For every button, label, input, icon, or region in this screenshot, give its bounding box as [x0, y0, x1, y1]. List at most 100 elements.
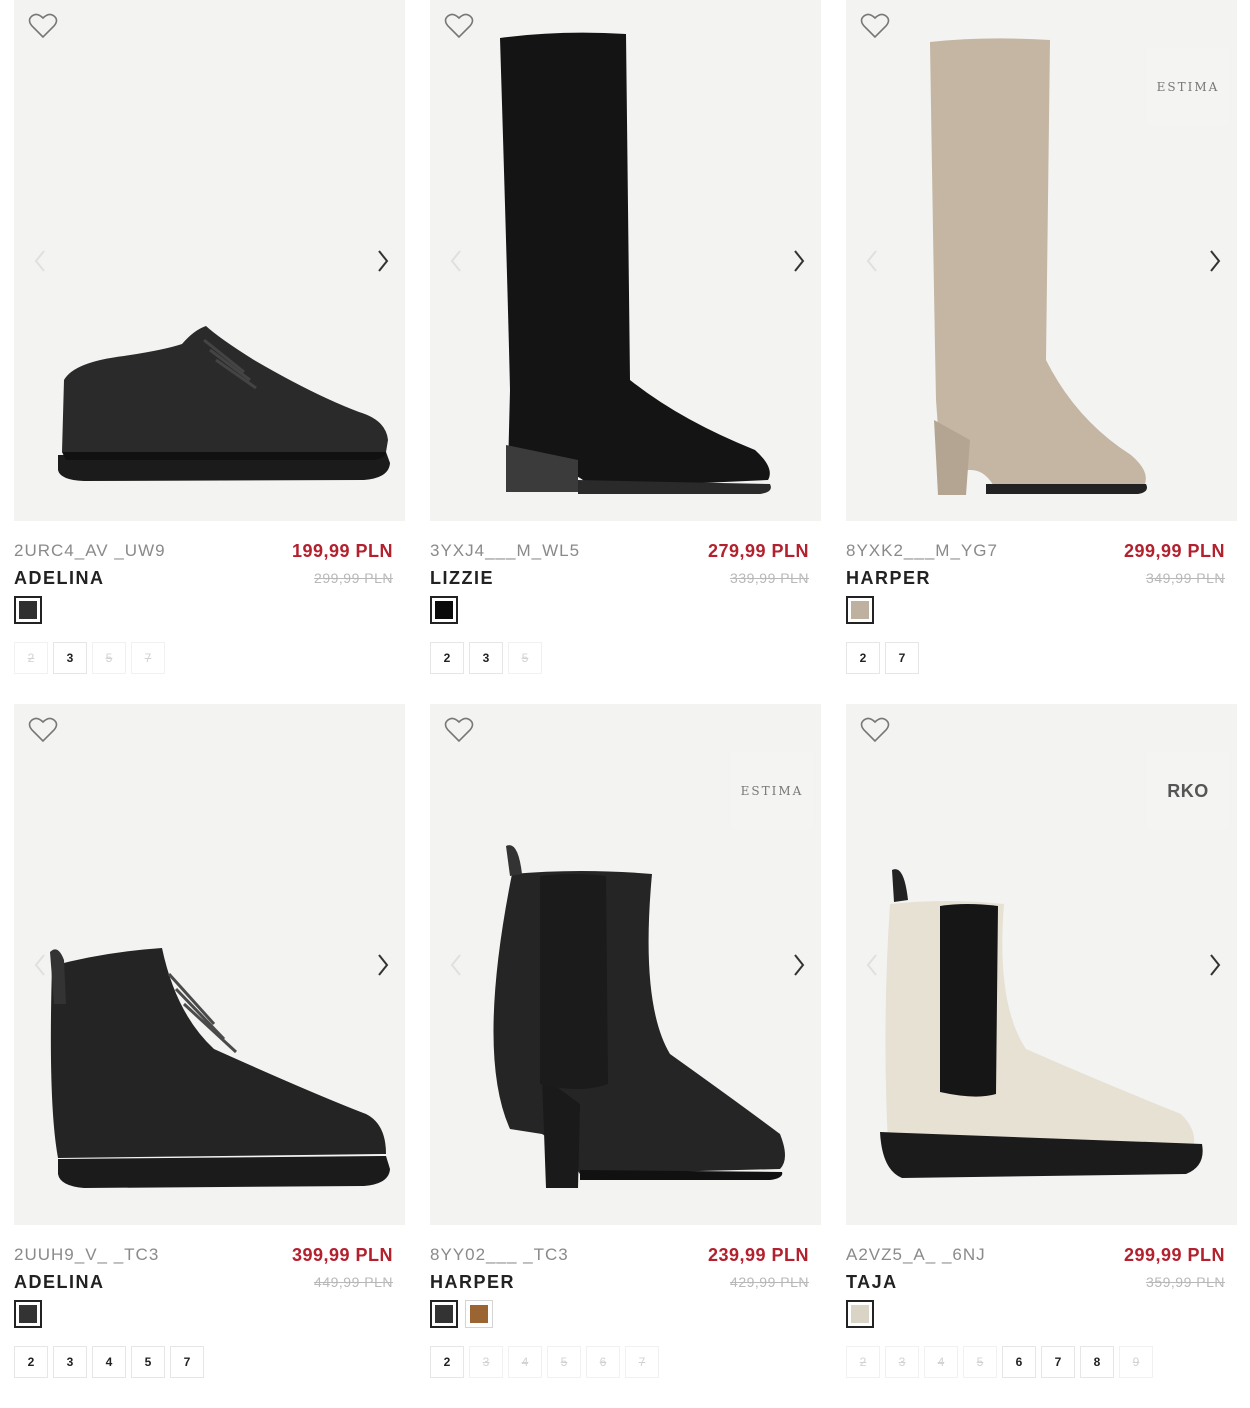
size-option[interactable]: 2 — [14, 642, 48, 674]
original-price: 349,99 PLN — [1146, 570, 1225, 586]
boot-image — [500, 32, 771, 494]
chevron-left-icon[interactable] — [28, 948, 52, 982]
chevron-left-icon[interactable] — [860, 948, 884, 982]
color-swatches — [846, 1300, 874, 1328]
size-list: 2 7 — [846, 642, 919, 674]
product-code: 3YXJ4___M_WL5 — [430, 541, 581, 560]
size-option[interactable]: 5 — [92, 642, 126, 674]
sale-price: 239,99 PLN — [707, 1245, 809, 1265]
color-swatch[interactable] — [430, 1300, 458, 1328]
size-list: 2 3 4 5 6 7 — [430, 1346, 659, 1378]
color-swatch[interactable] — [14, 1300, 42, 1328]
heart-icon[interactable] — [444, 716, 474, 744]
product-code: A2VZ5_A_ _6NJ — [846, 1245, 986, 1264]
product-name[interactable]: TAJA — [846, 1272, 898, 1293]
product-name[interactable]: HARPER — [846, 568, 931, 589]
heart-icon[interactable] — [860, 716, 890, 744]
color-swatches — [14, 1300, 42, 1328]
original-price: 449,99 PLN — [314, 1274, 393, 1290]
size-option[interactable]: 7 — [885, 642, 919, 674]
size-list: 2 3 4 5 7 — [14, 1346, 204, 1378]
color-swatch[interactable] — [430, 596, 458, 624]
color-swatch[interactable] — [14, 596, 42, 624]
size-option[interactable]: 5 — [547, 1346, 581, 1378]
product-code: 2UUH9_V_ _TC3 — [14, 1245, 160, 1264]
size-option[interactable]: 2 — [846, 1346, 880, 1378]
chevron-right-icon[interactable] — [371, 948, 395, 982]
color-swatches — [430, 596, 458, 624]
size-option[interactable]: 7 — [1041, 1346, 1075, 1378]
color-swatches — [846, 596, 874, 624]
product-name[interactable]: HARPER — [430, 1272, 515, 1293]
size-list: 2 3 4 5 6 7 8 9 — [846, 1346, 1153, 1378]
size-option[interactable]: 7 — [625, 1346, 659, 1378]
sale-price: 299,99 PLN — [1123, 1245, 1225, 1265]
size-option[interactable]: 7 — [170, 1346, 204, 1378]
product-image[interactable] — [14, 704, 405, 1225]
chevron-right-icon[interactable] — [787, 948, 811, 982]
product-code: 8YY02___ _TC3 — [430, 1245, 569, 1264]
size-list: 2 3 5 7 — [14, 642, 165, 674]
chevron-left-icon[interactable] — [444, 948, 468, 982]
size-option[interactable]: 5 — [131, 1346, 165, 1378]
size-option[interactable]: 2 — [846, 642, 880, 674]
chevron-right-icon[interactable] — [787, 244, 811, 278]
size-list: 2 3 5 — [430, 642, 542, 674]
color-swatch[interactable] — [465, 1300, 493, 1328]
heart-icon[interactable] — [444, 12, 474, 40]
product-image[interactable]: ESTIMA — [430, 704, 821, 1225]
size-option[interactable]: 2 — [14, 1346, 48, 1378]
heart-icon[interactable] — [28, 716, 58, 744]
size-option[interactable]: 6 — [586, 1346, 620, 1378]
product-image[interactable]: ESTIMA — [846, 0, 1237, 521]
sale-price: 399,99 PLN — [291, 1245, 393, 1265]
product-image[interactable] — [430, 0, 821, 521]
size-option[interactable]: 5 — [963, 1346, 997, 1378]
sale-price: 199,99 PLN — [291, 541, 393, 561]
size-option[interactable]: 3 — [469, 1346, 503, 1378]
chevron-left-icon[interactable] — [860, 244, 884, 278]
original-price: 339,99 PLN — [730, 570, 809, 586]
chevron-left-icon[interactable] — [28, 244, 52, 278]
size-option[interactable]: 9 — [1119, 1346, 1153, 1378]
chevron-right-icon[interactable] — [371, 244, 395, 278]
size-option[interactable]: 4 — [92, 1346, 126, 1378]
size-option[interactable]: 3 — [53, 1346, 87, 1378]
color-swatches — [14, 596, 42, 624]
boot-image — [50, 948, 390, 1188]
size-option[interactable]: 6 — [1002, 1346, 1036, 1378]
size-option[interactable]: 4 — [508, 1346, 542, 1378]
product-name[interactable]: LIZZIE — [430, 568, 494, 589]
brand-logo: ESTIMA — [1147, 48, 1229, 126]
size-option[interactable]: 3 — [885, 1346, 919, 1378]
original-price: 299,99 PLN — [314, 570, 393, 586]
shoe-image — [58, 326, 390, 481]
heart-icon[interactable] — [28, 12, 58, 40]
size-option[interactable]: 2 — [430, 642, 464, 674]
sale-price: 279,99 PLN — [707, 541, 809, 561]
sale-price: 299,99 PLN — [1123, 541, 1225, 561]
product-name[interactable]: ADELINA — [14, 568, 105, 589]
color-swatch[interactable] — [846, 1300, 874, 1328]
product-code: 2URC4_AV _UW9 — [14, 541, 166, 560]
size-option[interactable]: 3 — [469, 642, 503, 674]
product-image[interactable] — [14, 0, 405, 521]
product-code: 8YXK2___M_YG7 — [846, 541, 998, 560]
size-option[interactable]: 7 — [131, 642, 165, 674]
color-swatch[interactable] — [846, 596, 874, 624]
product-image[interactable]: RKO — [846, 704, 1237, 1225]
original-price: 429,99 PLN — [730, 1274, 809, 1290]
size-option[interactable]: 2 — [430, 1346, 464, 1378]
chevron-right-icon[interactable] — [1203, 244, 1227, 278]
size-option[interactable]: 3 — [53, 642, 87, 674]
chevron-left-icon[interactable] — [444, 244, 468, 278]
size-option[interactable]: 8 — [1080, 1346, 1114, 1378]
size-option[interactable]: 4 — [924, 1346, 958, 1378]
chevron-right-icon[interactable] — [1203, 948, 1227, 982]
brand-logo: ESTIMA — [731, 752, 813, 830]
size-option[interactable]: 5 — [508, 642, 542, 674]
product-name[interactable]: ADELINA — [14, 1272, 105, 1293]
heart-icon[interactable] — [860, 12, 890, 40]
brand-logo: RKO — [1147, 752, 1229, 830]
color-swatches — [430, 1300, 493, 1328]
